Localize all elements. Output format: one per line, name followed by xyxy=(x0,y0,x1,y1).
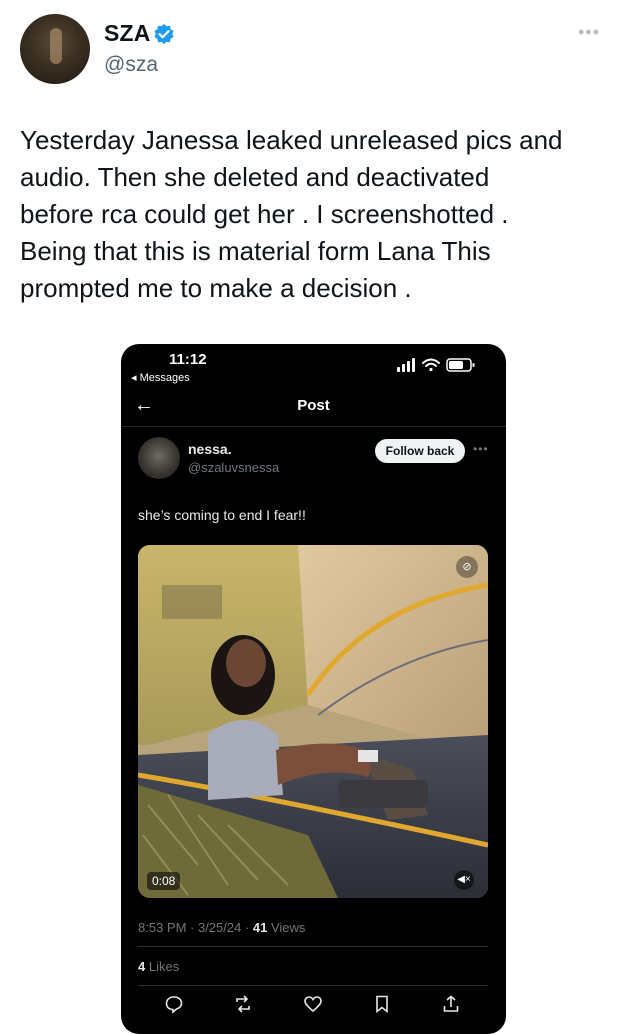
repost-icon[interactable] xyxy=(233,994,253,1014)
battery-icon xyxy=(446,358,475,372)
post-metadata: 8:53 PM · 3/25/24 · 41 Views xyxy=(138,920,305,935)
video-duration: 0:08 xyxy=(147,872,181,890)
share-icon[interactable] xyxy=(441,994,461,1014)
post-timestamp: 8:53 PM · 3/25/24 · xyxy=(138,920,253,935)
status-back-to-messages: ◂ Messages xyxy=(131,372,190,384)
bookmark-icon[interactable] xyxy=(372,994,392,1014)
follow-back-button[interactable]: Follow back xyxy=(375,439,465,463)
tweet-header: SZA @sza ••• xyxy=(0,0,626,100)
divider xyxy=(138,946,488,947)
media-sensitive-icon[interactable]: ⊘ xyxy=(456,556,478,578)
post-author-name[interactable]: nessa. xyxy=(188,441,232,457)
author-handle[interactable]: @sza xyxy=(104,53,158,77)
like-icon[interactable] xyxy=(303,994,323,1014)
status-icons xyxy=(397,358,475,372)
wifi-icon xyxy=(422,358,440,372)
attached-screenshot[interactable]: 11:12 ◂ Messages ← Post nessa. @szaluvsn… xyxy=(121,344,506,1034)
tweet-text-line: prompted me to make a decision . xyxy=(20,273,412,303)
author-avatar[interactable] xyxy=(20,14,90,84)
likes-row[interactable]: 4 Likes xyxy=(138,959,179,974)
post-author-avatar[interactable] xyxy=(138,437,180,479)
tweet-text-line: audio. Then she deleted and deactivated xyxy=(20,162,490,192)
reply-icon[interactable] xyxy=(164,994,184,1014)
post-more-options-icon[interactable]: ••• xyxy=(473,442,489,456)
tweet-text: Yesterday Janessa leaked unreleased pics… xyxy=(20,122,610,307)
more-options-icon[interactable]: ••• xyxy=(578,22,600,43)
status-time: 11:12 xyxy=(169,351,207,368)
post-video[interactable]: ⊘ 0:08 ◀× xyxy=(138,545,488,898)
divider xyxy=(121,426,506,427)
divider xyxy=(138,985,488,986)
post-actions xyxy=(121,994,506,1018)
views-count: 41 xyxy=(252,920,268,935)
author-name[interactable]: SZA xyxy=(104,20,151,47)
video-frame-illustration xyxy=(138,545,488,898)
mute-icon[interactable]: ◀× xyxy=(454,870,474,890)
tweet-text-line: Being that this is material form Lana Th… xyxy=(20,236,491,266)
tweet-text-line: Yesterday Janessa leaked unreleased pics… xyxy=(20,125,563,155)
signal-icon xyxy=(397,358,415,372)
nav-title: Post xyxy=(297,397,330,414)
likes-label: Likes xyxy=(145,959,180,974)
views-label: Views xyxy=(267,920,306,935)
verified-badge-icon xyxy=(154,24,174,44)
tweet-text-line: before rca could get her . I screenshott… xyxy=(20,199,509,229)
post-author-handle[interactable]: @szaluvsnessa xyxy=(188,460,279,475)
post-text: she’s coming to end I fear!! xyxy=(138,507,306,523)
